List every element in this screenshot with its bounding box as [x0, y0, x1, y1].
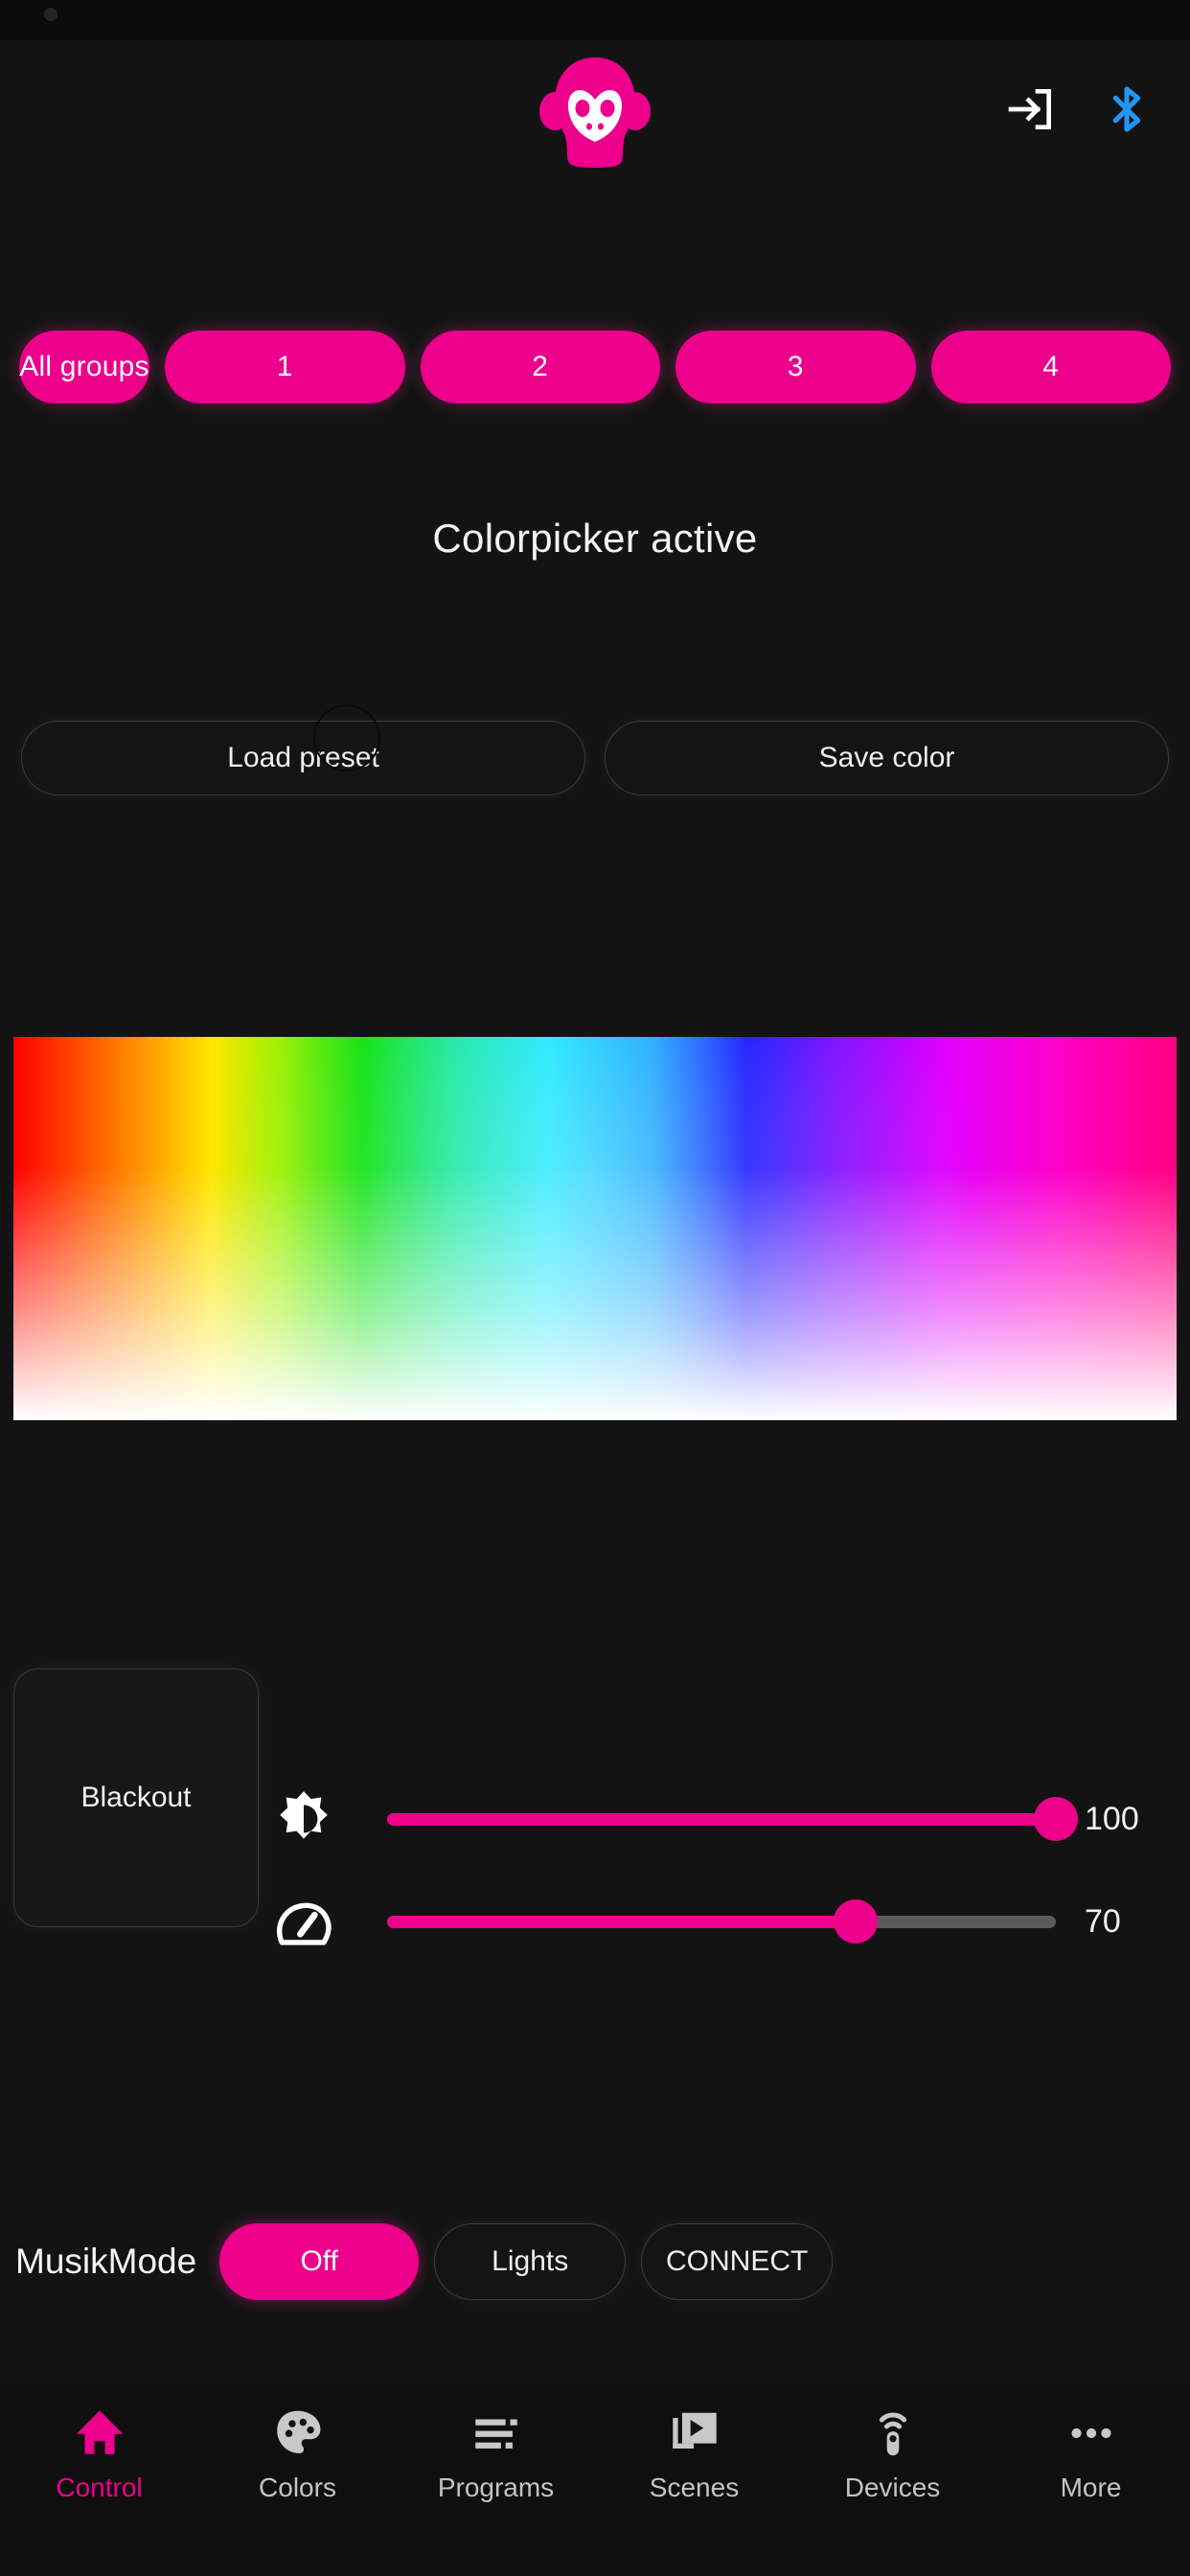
speed-slider-row: 70: [264, 1869, 1177, 1974]
app-header: [0, 40, 1190, 182]
color-picker-saturation-layer: [13, 1037, 1177, 1420]
color-picker-cursor[interactable]: [313, 704, 380, 771]
nav-item-control[interactable]: Control: [0, 2405, 198, 2503]
login-icon[interactable]: [1004, 82, 1058, 136]
nav-label-colors: Colors: [259, 2472, 336, 2502]
list-icon: [469, 2405, 524, 2461]
speed-track-fill: [387, 1915, 856, 1928]
header-actions: [1004, 82, 1154, 136]
nav-label-programs: Programs: [437, 2472, 555, 2502]
load-preset-button[interactable]: Load preset: [21, 721, 585, 795]
musikmode-row: MusikMode Off Lights CONNECT: [15, 2220, 1175, 2303]
musikmode-toggle[interactable]: Off: [219, 2223, 420, 2300]
nav-item-colors[interactable]: Colors: [198, 2405, 397, 2503]
speed-slider-thumb[interactable]: [833, 1899, 878, 1944]
app-root: All groups 1 2 3 4 Colorpicker active Lo…: [0, 0, 1190, 2576]
palette-icon: [270, 2405, 326, 2461]
musikmode-connect-button[interactable]: CONNECT: [641, 2223, 834, 2300]
status-bar: [0, 0, 1190, 40]
nav-label-devices: Devices: [844, 2472, 941, 2502]
brightness-track-fill: [387, 1812, 1056, 1826]
nav-label-more: More: [1060, 2472, 1122, 2502]
group-pill-2[interactable]: 2: [420, 331, 660, 403]
speed-icon: [274, 1892, 333, 1951]
color-picker-canvas[interactable]: [13, 1037, 1177, 1420]
brightness-value: 100: [1085, 1800, 1139, 1837]
speed-value: 70: [1085, 1902, 1121, 1940]
monkey-logo: [539, 56, 651, 169]
nav-item-programs[interactable]: Programs: [397, 2405, 595, 2503]
nav-label-control: Control: [56, 2472, 143, 2502]
nav-item-more[interactable]: More: [992, 2405, 1190, 2503]
nav-item-devices[interactable]: Devices: [793, 2405, 992, 2503]
slideshow-icon: [667, 2405, 722, 2461]
brightness-slider-row: 100: [264, 1766, 1177, 1872]
bluetooth-icon[interactable]: [1100, 82, 1154, 136]
status-bar-indicator-icon: [44, 8, 57, 21]
group-pill-3[interactable]: 3: [675, 331, 916, 403]
brightness-slider-track[interactable]: [387, 1789, 1078, 1849]
musikmode-lights-button[interactable]: Lights: [434, 2223, 627, 2300]
group-selector: All groups 1 2 3 4: [19, 331, 1171, 403]
nav-label-scenes: Scenes: [649, 2472, 740, 2502]
speed-slider-track[interactable]: [387, 1892, 1056, 1951]
nav-item-scenes[interactable]: Scenes: [595, 2405, 793, 2503]
brightness-icon: [274, 1789, 333, 1849]
group-pill-1[interactable]: 1: [165, 331, 405, 403]
blackout-button[interactable]: Blackout: [13, 1668, 259, 1927]
brightness-slider-thumb[interactable]: [1034, 1797, 1078, 1841]
group-pill-4[interactable]: 4: [930, 331, 1171, 403]
musikmode-label: MusikMode: [15, 2242, 197, 2281]
page-title: Colorpicker active: [432, 516, 758, 561]
preset-actions: Load preset Save color: [21, 721, 1169, 795]
more-dots-icon: [1064, 2405, 1119, 2461]
bottom-navigation: Control Colors Programs Scenes Devices M…: [0, 2384, 1190, 2576]
save-color-button[interactable]: Save color: [605, 721, 1169, 795]
remote-icon: [865, 2405, 921, 2461]
group-pill-all[interactable]: All groups: [19, 331, 149, 403]
home-icon: [72, 2405, 127, 2461]
